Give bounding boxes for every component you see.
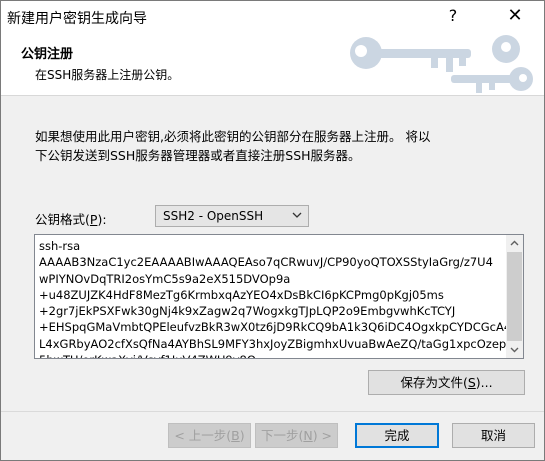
- format-label-text: 公钥格式(: [35, 212, 90, 227]
- format-label: 公钥格式(P):: [35, 209, 107, 228]
- next-accesskey: N: [303, 428, 313, 443]
- scroll-up-arrow-icon[interactable]: [506, 235, 523, 252]
- close-button[interactable]: ✕: [493, 1, 537, 31]
- scrollbar-thumb[interactable]: [507, 252, 522, 341]
- format-select[interactable]: SSH2 - OpenSSH: [155, 205, 309, 227]
- title-bar: 新建用户密钥生成向导 ? ✕: [1, 1, 544, 31]
- vertical-scrollbar[interactable]: [506, 235, 523, 358]
- cancel-button[interactable]: 取消: [452, 423, 535, 448]
- description-line-2: 下公钥发送到SSH服务器管理器或者直接注册SSH服务器。: [35, 148, 361, 163]
- back-accesskey: B: [231, 428, 240, 443]
- format-select-value: SSH2 - OpenSSH: [163, 209, 264, 223]
- chevron-down-icon: [292, 212, 302, 218]
- description-line-1: 如果想使用此用户密钥,必须将此密钥的公钥部分在服务器上注册。 将以: [35, 129, 431, 144]
- window-title: 新建用户密钥生成向导: [7, 11, 147, 27]
- page-subtitle: 在SSH服务器上注册公钥。: [35, 68, 180, 82]
- keys-icon: [350, 35, 533, 93]
- footer-separator: [1, 411, 544, 412]
- public-key-text: ssh-rsa AAAAB3NzaC1yc2EAAAABIwAAAQEAso7q…: [39, 239, 512, 358]
- finish-button[interactable]: 完成: [355, 423, 439, 448]
- back-label: < 上一步(: [174, 428, 232, 443]
- wizard-window: 新建用户密钥生成向导 ? ✕ 公钥注册 在SSH服务器上注册公钥。 如果想使用此…: [0, 0, 545, 461]
- page-title: 公钥注册: [21, 47, 74, 62]
- public-key-textarea[interactable]: ssh-rsa AAAAB3NzaC1yc2EAAAABIwAAAQEAso7q…: [34, 234, 524, 359]
- next-label: 下一步(: [260, 428, 304, 443]
- help-button[interactable]: ?: [431, 1, 475, 31]
- back-label-end: ): [239, 428, 245, 443]
- description: 如果想使用此用户密钥,必须将此密钥的公钥部分在服务器上注册。 将以 下公钥发送到…: [35, 127, 525, 165]
- format-label-end: ):: [97, 212, 107, 227]
- save-to-file-button[interactable]: 保存为文件(S)...: [368, 370, 525, 395]
- next-label-end: ) >: [312, 428, 333, 443]
- next-button[interactable]: 下一步(N) >: [255, 423, 338, 448]
- back-button[interactable]: < 上一步(B): [168, 423, 251, 448]
- save-label: 保存为文件(: [400, 375, 468, 390]
- wizard-header: 公钥注册 在SSH服务器上注册公钥。: [1, 31, 544, 96]
- save-accesskey: S: [467, 375, 476, 390]
- save-label-end: )...: [475, 375, 493, 390]
- scroll-down-arrow-icon[interactable]: [506, 341, 523, 358]
